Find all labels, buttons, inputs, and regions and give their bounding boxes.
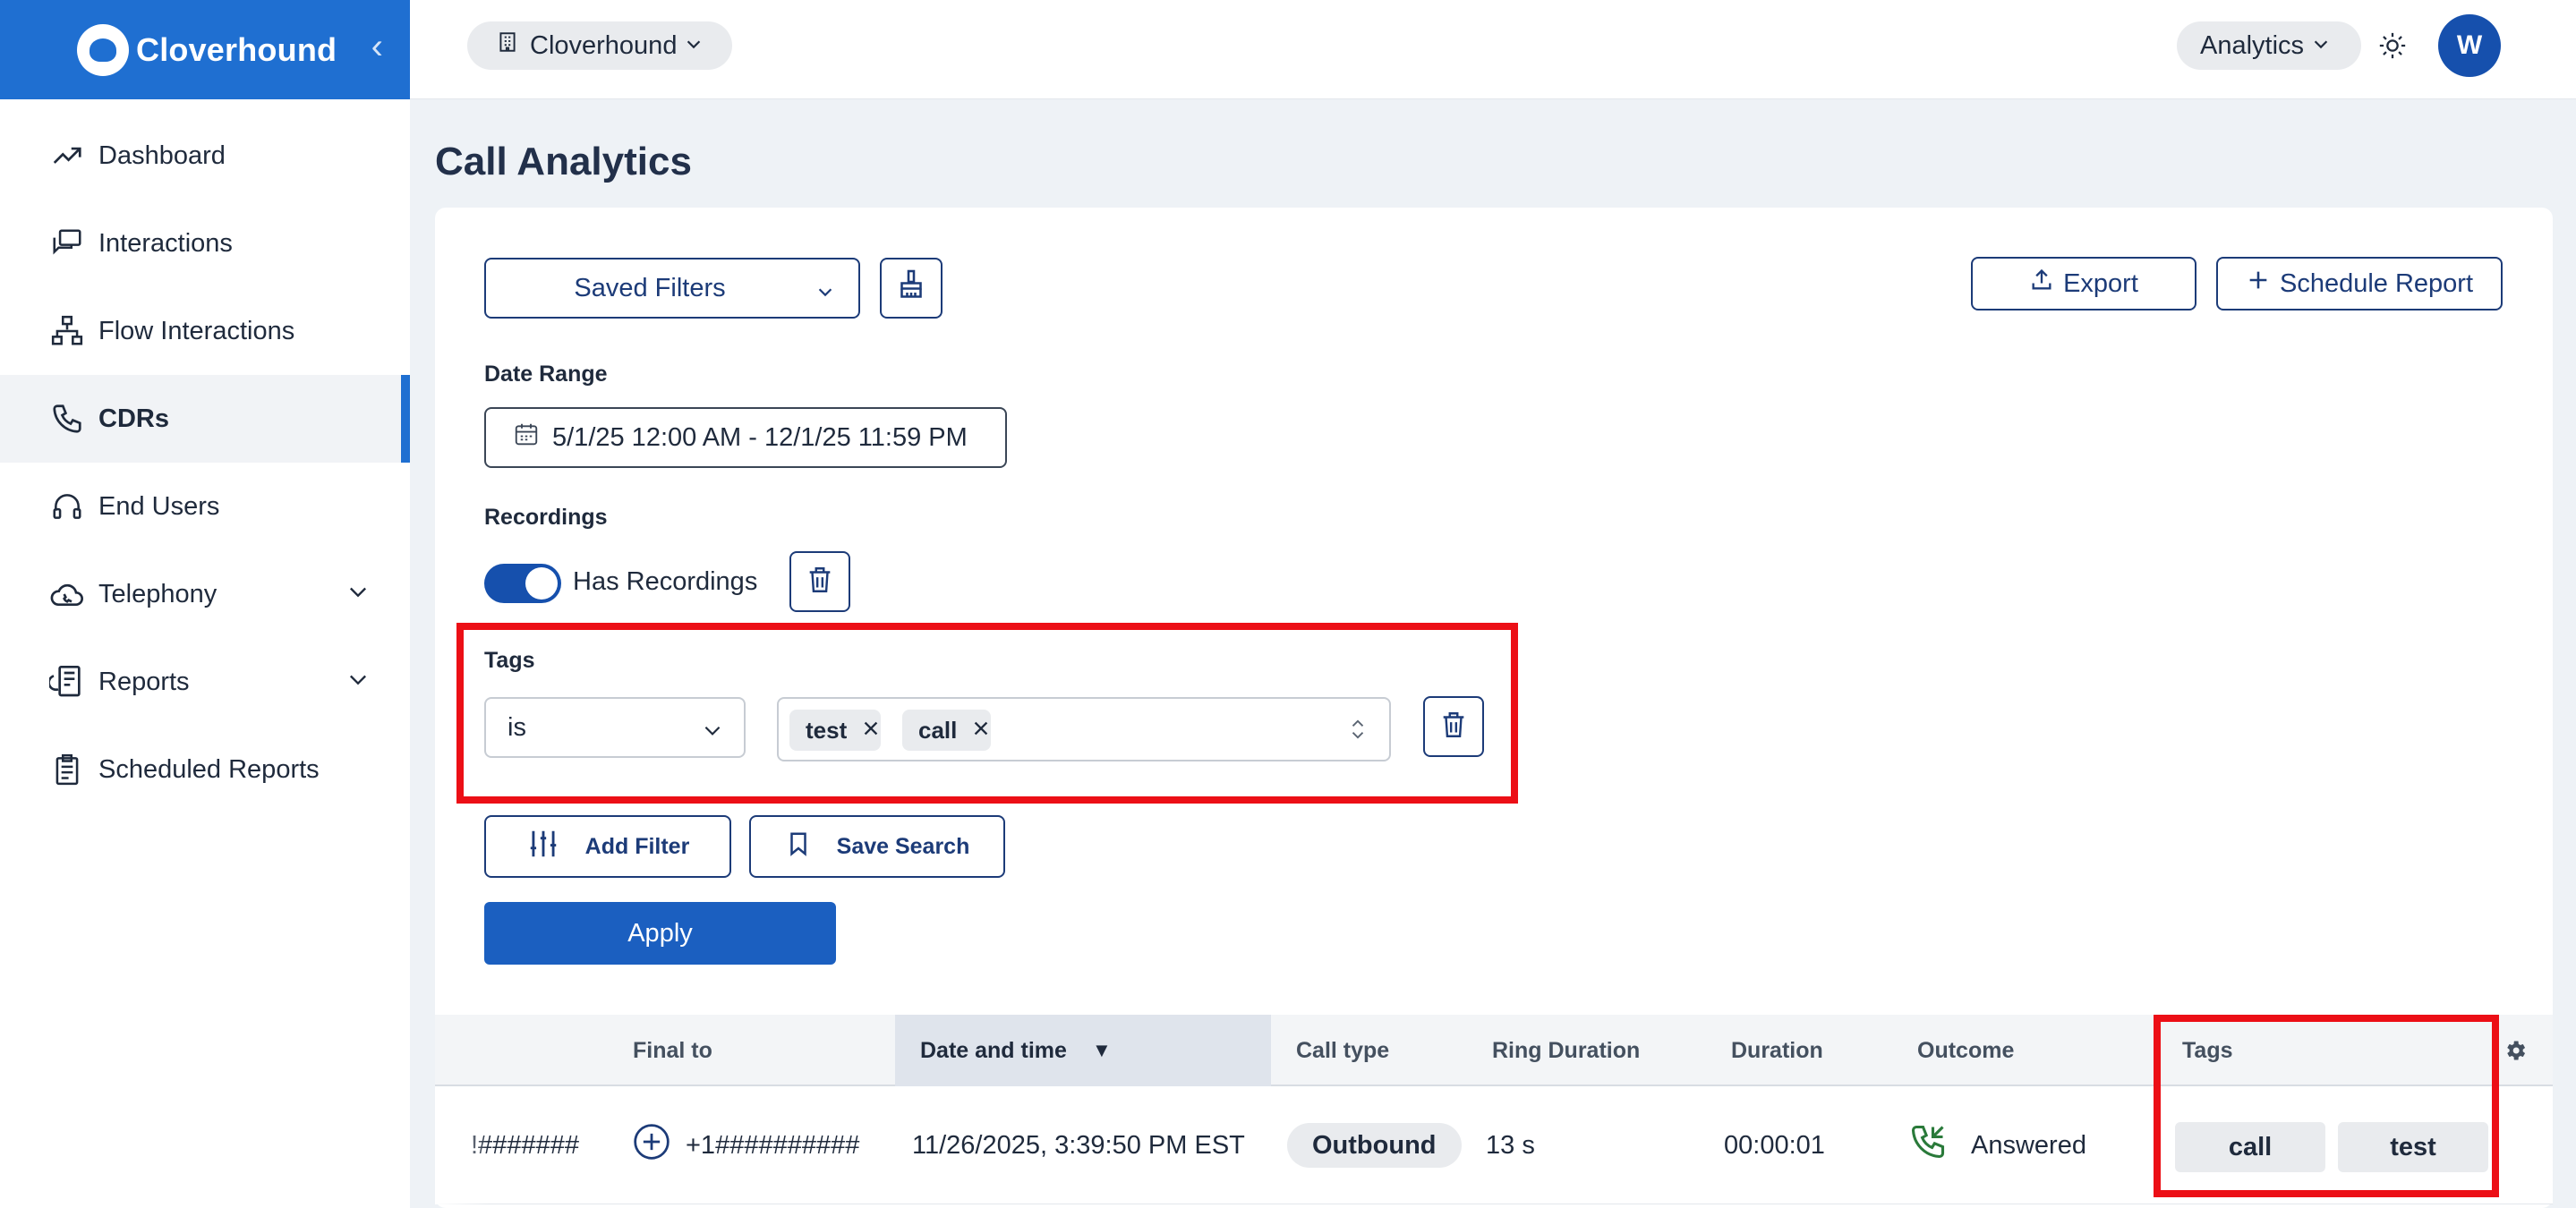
cell-ring-duration: 13 s [1486,1130,1535,1160]
chevron-down-icon [815,279,835,309]
chevron-down-icon [345,579,371,611]
schedule-report-button[interactable]: Schedule Report [2216,257,2503,311]
outcome-value: Answered [1971,1130,2086,1160]
sidebar-item-label: Scheduled Reports [98,754,320,784]
app-switcher[interactable]: Analytics [2177,21,2361,70]
page-title: Call Analytics [435,140,692,183]
add-circle-icon[interactable] [632,1122,671,1169]
brand-header: Cloverhound ‹ [0,0,410,99]
cell-duration: 00:00:01 [1724,1130,1825,1160]
plus-icon [2246,268,2271,300]
sidebar-item-label: Interactions [98,228,233,258]
sidebar-item-label: Dashboard [98,140,226,170]
remove-recordings-filter-button[interactable] [789,551,850,612]
sidebar-item-label: CDRs [98,404,169,433]
column-outcome[interactable]: Outcome [1917,1015,2014,1086]
sitemap-icon [48,312,86,350]
phone-answered-icon [1908,1122,1948,1169]
cloverhound-logo-icon [77,23,129,76]
theme-toggle-sun-icon[interactable] [2377,30,2408,61]
chat-bubbles-icon [48,225,86,262]
sidebar: Cloverhound ‹ Dashboard Interactions Flo… [0,0,410,1208]
cloud-phone-icon [48,575,86,613]
sidebar-item-cdrs[interactable]: CDRs [0,375,410,463]
cell-outcome: Answered [1908,1086,2086,1204]
has-recordings-toggle[interactable] [484,564,561,603]
save-search-label: Save Search [836,833,970,859]
cell-final-to: +1########## [632,1086,859,1204]
sidebar-item-scheduled-reports[interactable]: Scheduled Reports [0,726,410,813]
top-bar: Cloverhound Analytics W [410,0,2576,99]
column-final-to[interactable]: Final to [633,1015,712,1086]
export-label: Export [2063,268,2138,298]
sliders-icon [526,827,560,867]
broom-icon [895,268,927,308]
date-range-label: Date Range [484,362,608,387]
avatar[interactable]: W [2438,14,2501,77]
clear-filters-button[interactable] [880,258,943,319]
export-button[interactable]: Export [1971,257,2196,311]
sidebar-item-label: Telephony [98,579,218,608]
column-call-type[interactable]: Call type [1296,1015,1389,1086]
cell-date-time: 11/26/2025, 3:39:50 PM EST [912,1130,1245,1160]
add-filter-button[interactable]: Add Filter [484,815,731,878]
sidebar-item-end-users[interactable]: End Users [0,463,410,550]
sidebar-item-label: End Users [98,491,220,521]
brand-name: Cloverhound [136,30,337,68]
has-recordings-label: Has Recordings [573,567,758,596]
cell-call-type: Outbound [1287,1086,1462,1204]
upload-icon [2029,268,2054,300]
org-switcher[interactable]: Cloverhound [467,21,732,70]
apply-button[interactable]: Apply [484,902,836,965]
sidebar-item-reports[interactable]: Reports [0,638,410,726]
sidebar-item-label: Flow Interactions [98,316,295,345]
org-name: Cloverhound [530,30,678,60]
column-date-time-label: Date and time [920,1037,1067,1063]
column-settings-gear-icon[interactable] [2503,1015,2528,1086]
building-icon [496,30,519,62]
call-type-badge: Outbound [1287,1123,1462,1168]
date-range-picker[interactable]: 5/1/25 12:00 AM - 12/1/25 11:59 PM [484,407,1007,468]
column-duration[interactable]: Duration [1731,1015,1823,1086]
column-ring-duration[interactable]: Ring Duration [1492,1015,1640,1086]
trash-icon [805,565,835,600]
chevron-down-icon [345,667,371,699]
collapse-sidebar-icon[interactable]: ‹ [371,29,383,64]
sidebar-item-telephony[interactable]: Telephony [0,550,410,638]
clipboard-icon [48,751,86,788]
saved-filters-dropdown[interactable]: Saved Filters [484,258,860,319]
date-range-value: 5/1/25 12:00 AM - 12/1/25 11:59 PM [552,422,968,452]
phone-icon [48,400,86,438]
schedule-report-label: Schedule Report [2279,268,2474,298]
sidebar-nav: Dashboard Interactions Flow Interactions… [0,112,410,813]
saved-filters-label: Saved Filters [574,273,726,302]
headset-icon [48,488,86,525]
sort-desc-icon: ▼ [1091,1039,1112,1061]
tags-filter-highlight [456,623,1518,804]
trend-up-icon [48,137,86,174]
sidebar-item-dashboard[interactable]: Dashboard [0,112,410,200]
save-search-button[interactable]: Save Search [749,815,1005,878]
sidebar-item-label: Reports [98,667,190,696]
sidebar-item-flow-interactions[interactable]: Flow Interactions [0,287,410,375]
chevron-down-icon [2311,31,2331,61]
final-to-value: +1########## [686,1130,860,1160]
chevron-down-icon [684,31,704,61]
app-switcher-label: Analytics [2200,30,2305,60]
tags-column-highlight [2154,1015,2499,1197]
calendar-icon [513,421,540,455]
report-phone-icon [48,663,86,701]
bookmark-icon [785,829,812,865]
sidebar-item-interactions[interactable]: Interactions [0,200,410,287]
recordings-label: Recordings [484,505,608,530]
column-date-time[interactable]: Date and time ▼ [895,1015,1271,1086]
add-filter-label: Add Filter [584,833,690,859]
scroll-fade [435,1086,489,1204]
